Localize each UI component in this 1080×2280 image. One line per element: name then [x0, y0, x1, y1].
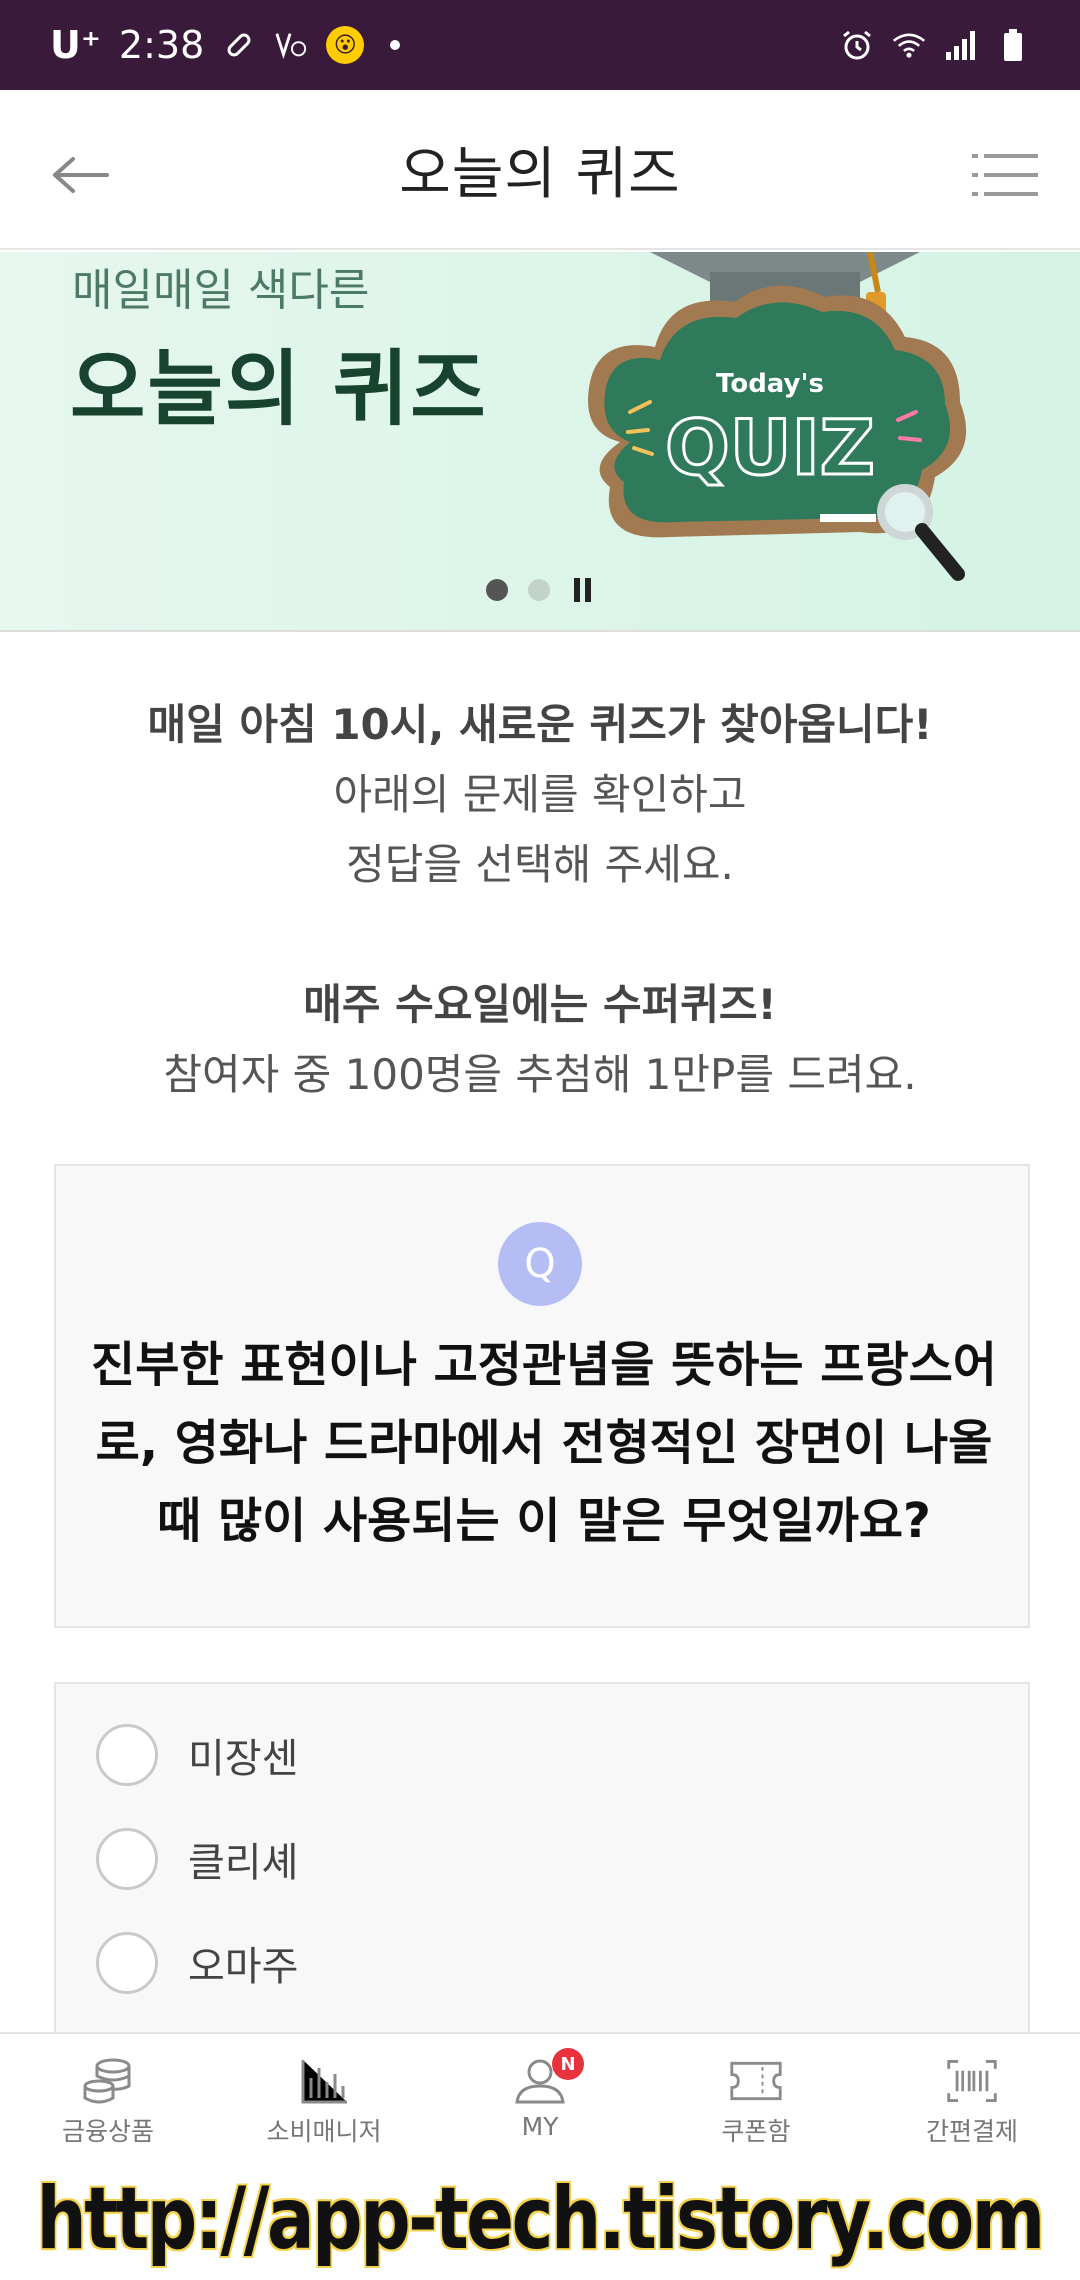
pill-icon [222, 28, 256, 62]
menu-button[interactable] [970, 140, 1040, 210]
question-line-1: 진부한 표현이나 고정관념을 뜻하는 프랑스어 [91, 1337, 997, 1393]
option-2[interactable]: 클리셰 [96, 1828, 298, 1890]
status-bar: U⁺ 2:38 😮 [0, 0, 1080, 90]
battery-icon [996, 28, 1030, 62]
alarm-icon [840, 28, 874, 62]
radio-button[interactable] [96, 1828, 158, 1890]
nav-label: MY [521, 2112, 559, 2141]
radio-button[interactable] [96, 1724, 158, 1786]
quiz-chalkboard-illustration: Today's QUIZ [588, 252, 967, 581]
nav-item-easy-pay[interactable]: 간편결제 [864, 2034, 1080, 2158]
watermark-text: http://app-tech.tistory.com [36, 2169, 1046, 2269]
more-notifications-dot [390, 40, 401, 50]
status-left: U⁺ 2:38 😮 [50, 23, 401, 67]
question-line-3: 때 많이 사용되는 이 말은 무엇일까요? [157, 1493, 931, 1549]
coins-icon [81, 2056, 135, 2106]
radio-button[interactable] [96, 1932, 158, 1994]
answer-options: 미장센 클리셰 오마주 [54, 1682, 1030, 2042]
nav-label: 금융상품 [61, 2117, 154, 2146]
new-badge: N [552, 2048, 584, 2080]
nav-item-my[interactable]: MY N [432, 2034, 648, 2158]
nav-item-finance-products[interactable]: 금융상품 [0, 2034, 216, 2158]
banner-title: 오늘의 퀴즈 [70, 342, 488, 437]
notification-badge-icon: 😮 [326, 26, 365, 64]
nav-label: 쿠폰함 [721, 2117, 791, 2146]
banner-dot-2[interactable] [528, 579, 550, 601]
option-3[interactable]: 오마주 [96, 1932, 298, 1994]
intro-line-5: 참여자 중 100명을 추첨해 1만P를 드려요. [163, 1050, 917, 1099]
intro-line-2: 아래의 문제를 확인하고 [333, 770, 747, 819]
intro-text: 매일 아침 10시, 새로운 퀴즈가 찾아옵니다! 아래의 문제를 확인하고 정… [0, 690, 1080, 1110]
banner-subtitle: 매일매일 색다른 [72, 265, 370, 316]
ticket-icon [729, 2056, 783, 2106]
carrier-label: U⁺ [50, 23, 101, 67]
nav-item-coupons[interactable]: 쿠폰함 [648, 2034, 864, 2158]
question-line-2: 로, 영화나 드라마에서 전형적인 장면이 나올 [95, 1415, 993, 1471]
banner-dot-1[interactable] [486, 579, 508, 601]
nav-item-spending-manager[interactable]: 소비매니저 [216, 2034, 432, 2158]
intro-line-4: 매주 수요일에는 수퍼퀴즈! [303, 980, 777, 1029]
back-button[interactable] [46, 140, 116, 210]
volte-icon [274, 28, 308, 62]
page-title: 오늘의 퀴즈 [399, 141, 681, 207]
quiz-banner[interactable]: 매일매일 색다른 오늘의 퀴즈 Today's QUIZ [0, 252, 1080, 632]
bottom-nav: 금융상품 소비매니저 MY N 쿠폰함 간편결제 [0, 2032, 1080, 2158]
bar-chart-icon [297, 2056, 351, 2106]
option-label: 미장센 [188, 1736, 299, 1782]
pause-icon[interactable] [574, 578, 596, 602]
wifi-icon [892, 28, 926, 62]
question-card: Q 진부한 표현이나 고정관념을 뜻하는 프랑스어 로, 영화나 드라마에서 전… [54, 1164, 1030, 1628]
intro-line-3: 정답을 선택해 주세요. [346, 840, 734, 889]
nav-label: 간편결제 [925, 2117, 1018, 2146]
banner-art-caption-large: QUIZ [665, 403, 875, 492]
watermark-strip: http://app-tech.tistory.com [0, 2158, 1080, 2280]
intro-line-1: 매일 아침 10시, 새로운 퀴즈가 찾아옵니다! [147, 700, 933, 749]
banner-pagination [486, 578, 596, 602]
banner-art-caption-small: Today's [716, 369, 824, 399]
question-badge: Q [498, 1222, 582, 1306]
question-text: 진부한 표현이나 고정관념을 뜻하는 프랑스어 로, 영화나 드라마에서 전형적… [86, 1326, 1002, 1560]
option-label: 클리셰 [188, 1840, 299, 1886]
back-arrow-icon [53, 157, 109, 193]
hamburger-menu-icon [972, 154, 1038, 196]
app-header: 오늘의 퀴즈 [0, 90, 1080, 250]
barcode-icon [945, 2056, 999, 2106]
option-1[interactable]: 미장센 [96, 1724, 298, 1786]
nav-label: 소비매니저 [266, 2117, 382, 2146]
clock: 2:38 [118, 23, 205, 67]
signal-icon [944, 28, 978, 62]
status-right [840, 28, 1030, 62]
option-label: 오마주 [188, 1944, 299, 1990]
